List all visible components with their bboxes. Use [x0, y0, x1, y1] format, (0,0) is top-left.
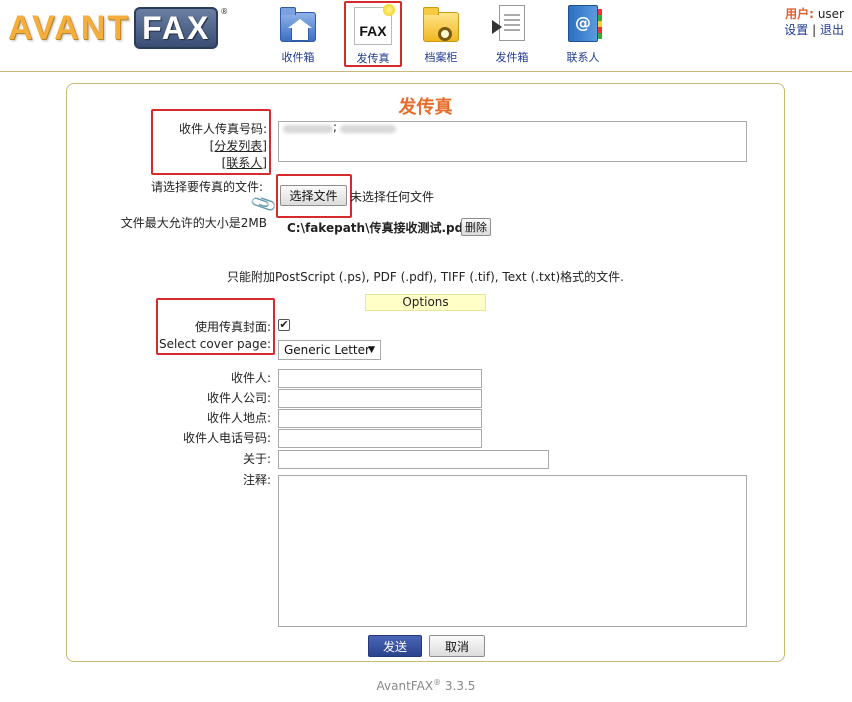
company-input[interactable] [278, 389, 482, 408]
delete-file-button[interactable]: 删除 [461, 218, 491, 236]
cover-page-select[interactable]: Generic Letter ▼ [278, 340, 381, 360]
user-name: user [817, 7, 844, 21]
location-label: 收件人地点: [206, 411, 271, 425]
select-cover-label: Select cover page: [158, 337, 271, 351]
logo-fax-text: FAX [134, 7, 219, 49]
subject-input[interactable] [278, 450, 549, 469]
nav-send-fax[interactable]: FAX 发传真 [344, 1, 402, 67]
outbox-icon [492, 4, 532, 44]
recipient-fax-label: 收件人传真号码: [178, 122, 267, 136]
nav-inbox[interactable]: 收件箱 [268, 2, 328, 66]
redacted-fax-number [283, 125, 333, 133]
cancel-button[interactable]: 取消 [429, 635, 485, 657]
to-label: 收件人: [230, 371, 271, 385]
logo-avant-text: AVANT [8, 8, 131, 47]
contacts-link[interactable]: [联系人] [222, 156, 267, 170]
company-label: 收件人公司: [206, 391, 271, 405]
comments-textarea[interactable] [278, 475, 747, 627]
nav-outbox[interactable]: 发件箱 [482, 2, 542, 66]
use-cover-label: 使用传真封面: [194, 320, 271, 334]
send-button[interactable]: 发送 [368, 635, 422, 657]
phone-label: 收件人电话号码: [182, 431, 271, 445]
settings-link[interactable]: 设置 [784, 23, 808, 37]
subject-label: 关于: [242, 452, 271, 466]
logout-link[interactable]: 退出 [820, 23, 844, 37]
attached-file-path: C:\fakepath\传真接收测试.pdf [287, 221, 469, 235]
fax-number-separator: ; [333, 120, 338, 134]
max-size-label: 文件最大允许的大小是2MB [120, 216, 267, 230]
use-cover-checkbox[interactable]: ✔ [278, 319, 290, 331]
nav-inbox-label: 收件箱 [281, 51, 315, 64]
avantfax-logo[interactable]: AVANT FAX ® [8, 7, 228, 49]
fax-icon-text: FAX [354, 4, 395, 45]
location-input[interactable] [278, 409, 482, 428]
inbox-icon [278, 4, 318, 44]
contacts-icon: @ [563, 4, 603, 44]
footer: AvantFAX® 3.3.5 [0, 678, 852, 693]
distribution-list-link[interactable]: [分发列表] [210, 139, 267, 153]
nav-archive[interactable]: 档案柜 [411, 2, 471, 66]
to-input[interactable] [278, 369, 482, 388]
recipient-fax-label-group: 收件人传真号码: [分发列表] [联系人] [153, 121, 267, 172]
send-fax-panel: 发传真 收件人传真号码: [分发列表] [联系人] ; 请选择要传真的文件: 📎… [66, 83, 785, 662]
footer-version: 3.3.5 [444, 679, 476, 693]
nav-outbox-label: 发件箱 [495, 51, 529, 64]
nav-send-fax-label: 发传真 [356, 52, 390, 65]
user-box: 用户: user 设置 | 退出 [784, 6, 844, 38]
header: AVANT FAX ® 收件箱 FAX 发传真 档案柜 发件箱 @ 联系人 用户… [0, 0, 852, 72]
header-separator: | [812, 23, 817, 37]
no-file-text: 未选择任何文件 [350, 190, 435, 204]
chevron-down-icon: ▼ [368, 345, 375, 355]
contacts-icon-text: @ [568, 5, 602, 42]
redacted-fax-number [340, 125, 396, 133]
archive-icon [421, 4, 461, 44]
choose-file-button[interactable]: 选择文件 [280, 185, 347, 206]
cover-page-value: Generic Letter [284, 343, 370, 357]
nav-contacts-label: 联系人 [566, 51, 600, 64]
fax-icon: FAX [353, 4, 395, 45]
nav-archive-label: 档案柜 [424, 51, 458, 64]
allowed-formats-note: 只能附加PostScript (.ps), PDF (.pdf), TIFF (… [226, 270, 624, 284]
logo-registered-mark: ® [220, 7, 229, 16]
comments-label: 注释: [242, 473, 271, 487]
options-bar[interactable]: Options [365, 294, 486, 311]
nav-contacts[interactable]: @ 联系人 [553, 2, 613, 66]
phone-input[interactable] [278, 429, 482, 448]
choose-file-label: 请选择要传真的文件: [150, 180, 263, 194]
footer-product: AvantFAX [376, 679, 434, 693]
footer-registered-mark: ® [433, 678, 442, 687]
user-label: 用户: [785, 7, 814, 21]
